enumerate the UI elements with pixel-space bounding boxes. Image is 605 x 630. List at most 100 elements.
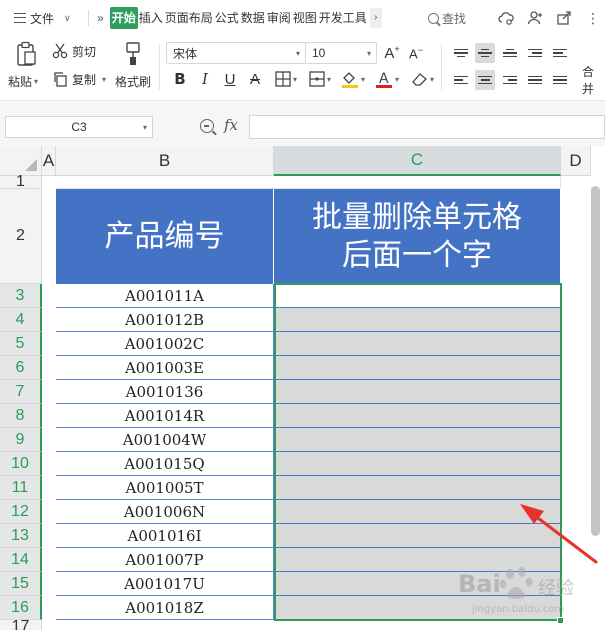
paste-button[interactable] — [13, 40, 39, 68]
copy-button[interactable]: 复制 ▾ — [52, 70, 106, 88]
borders-button[interactable]: ▾ — [272, 68, 300, 90]
search-box[interactable]: 查找 — [428, 0, 466, 36]
cell-style-icon — [309, 71, 325, 87]
ribbon-separator — [159, 44, 160, 90]
font-size-value: 10 — [312, 46, 326, 60]
copy-icon — [54, 72, 67, 87]
spreadsheet-grid[interactable]: A B C D 1 2 3 4 5 6 7 8 9 10 11 12 13 14 15 16 17 A00101… — [0, 146, 605, 630]
caret-down-icon: ▾ — [366, 49, 371, 58]
watermark-url: jingyan.baidu.com — [472, 604, 565, 615]
chevron-down-icon: ∨ — [64, 12, 71, 23]
tab-view[interactable]: 视图 — [292, 7, 318, 29]
font-color-icon: A — [375, 71, 392, 88]
file-menu[interactable]: 文件 ∨ — [0, 0, 82, 36]
bold-button[interactable]: B — [170, 68, 190, 90]
tab-page-layout[interactable]: 页面布局 — [164, 7, 214, 29]
tab-formulas[interactable]: 公式 — [214, 7, 240, 29]
formula-input[interactable] — [249, 115, 605, 139]
paw-logo-icon — [499, 567, 533, 599]
caret-down-icon: ▾ — [34, 76, 39, 86]
caret-down-icon: ▾ — [360, 74, 365, 84]
tab-developer[interactable]: 开发工具 — [318, 7, 368, 29]
merge-label: 合并 — [582, 65, 595, 96]
font-decrease-icon: A− — [409, 44, 423, 62]
clear-format-button[interactable]: ▾ — [407, 68, 437, 90]
share-button[interactable] — [556, 0, 572, 36]
align-top-button[interactable] — [451, 43, 471, 63]
caret-down-icon: ▾ — [292, 74, 297, 84]
cloud-sync-icon — [498, 12, 514, 25]
scissors-icon — [52, 43, 68, 59]
function-icon[interactable]: fx — [224, 116, 238, 134]
underline-icon: U — [224, 70, 236, 88]
formula-bar: C3 ▾ fx — [0, 100, 605, 146]
increase-font-size-button[interactable]: A+ — [382, 42, 402, 64]
justify-button[interactable] — [525, 70, 545, 90]
watermark-brand-cn: 经验 — [538, 578, 574, 599]
font-name-select[interactable]: 宋体 ▾ — [166, 42, 306, 64]
underline-button[interactable]: U — [220, 68, 240, 90]
clipboard-icon — [17, 41, 36, 66]
paint-brush-icon — [126, 42, 140, 65]
watermark-brand: Bai — [458, 570, 501, 598]
ribbon-separator — [441, 44, 442, 90]
merge-cells-button[interactable]: 合并 — [582, 65, 605, 96]
caret-down-icon: ▾ — [295, 49, 300, 58]
more-options-button[interactable]: ⋮ — [586, 0, 600, 36]
format-painter-button[interactable] — [122, 40, 144, 68]
tab-review[interactable]: 审阅 — [266, 7, 292, 29]
strikethrough-icon: A — [249, 70, 260, 88]
increase-indent-button[interactable] — [550, 43, 570, 63]
user-add-icon — [527, 11, 542, 25]
italic-icon: I — [202, 70, 208, 88]
caret-down-icon: ▾ — [142, 123, 147, 132]
tab-scroll-right-icon[interactable]: › — [369, 8, 382, 28]
decrease-indent-button[interactable] — [525, 43, 545, 63]
menu-icon — [14, 13, 26, 23]
search-label: 查找 — [442, 11, 467, 26]
italic-button[interactable]: I — [195, 68, 215, 90]
tab-insert[interactable]: 插入 — [138, 7, 164, 29]
fill-color-button[interactable]: ▾ — [338, 68, 368, 90]
decrease-font-size-button[interactable]: A− — [406, 42, 426, 64]
tab-data[interactable]: 数据 — [240, 7, 266, 29]
caret-down-icon: ▾ — [429, 74, 434, 84]
paste-label: 粘贴 — [8, 74, 33, 89]
zoom-out-icon[interactable] — [200, 119, 214, 133]
bold-icon: B — [174, 70, 186, 88]
align-center-button[interactable] — [475, 70, 495, 90]
caret-down-icon: ▾ — [102, 74, 107, 84]
align-middle-button[interactable] — [475, 43, 495, 63]
cut-label: 剪切 — [72, 44, 97, 59]
more-vertical-icon: ⋮ — [586, 10, 600, 26]
font-color-button[interactable]: A ▾ — [372, 68, 402, 90]
paste-dropdown[interactable]: 粘贴 ▾ — [8, 72, 38, 90]
share-user-button[interactable] — [527, 0, 543, 36]
cloud-sync-button[interactable] — [498, 0, 514, 36]
baidu-watermark: Bai 经验 jingyan.baidu.com — [458, 560, 598, 622]
format-painter-label-wrap[interactable]: 格式刷 — [115, 72, 151, 90]
distributed-align-button[interactable] — [550, 70, 570, 90]
format-painter-label: 格式刷 — [115, 74, 152, 89]
caret-down-icon: ▾ — [326, 74, 331, 84]
double-chevron-right-icon[interactable]: » — [97, 11, 104, 25]
menu-bar: 文件 ∨ » 开始 插入 页面布局 公式 数据 审阅 视图 开发工具 › 查找 … — [0, 0, 605, 36]
name-box-value: C3 — [71, 120, 87, 134]
merge-style-button[interactable]: ▾ — [306, 68, 334, 90]
font-name-value: 宋体 — [173, 46, 198, 61]
search-icon — [428, 12, 439, 24]
align-left-button[interactable] — [451, 70, 471, 90]
name-box[interactable]: C3 ▾ — [5, 116, 153, 138]
font-size-select[interactable]: 10 ▾ — [305, 42, 377, 64]
tab-home[interactable]: 开始 — [109, 7, 138, 29]
svg-text:A: A — [379, 71, 389, 87]
file-menu-label: 文件 — [30, 11, 55, 26]
font-increase-icon: A+ — [384, 44, 400, 62]
ribbon-toolbar: 粘贴 ▾ 剪切 复制 ▾ 格式刷 宋体 ▾ 10 ▾ A+ A− B I U A ▾… — [0, 36, 605, 100]
align-bottom-button[interactable] — [500, 43, 520, 63]
menu-separator — [88, 10, 89, 26]
align-right-button[interactable] — [500, 70, 520, 90]
caret-down-icon: ▾ — [394, 74, 399, 84]
cut-button[interactable]: 剪切 — [52, 42, 96, 60]
strikethrough-button[interactable]: A — [245, 68, 265, 90]
